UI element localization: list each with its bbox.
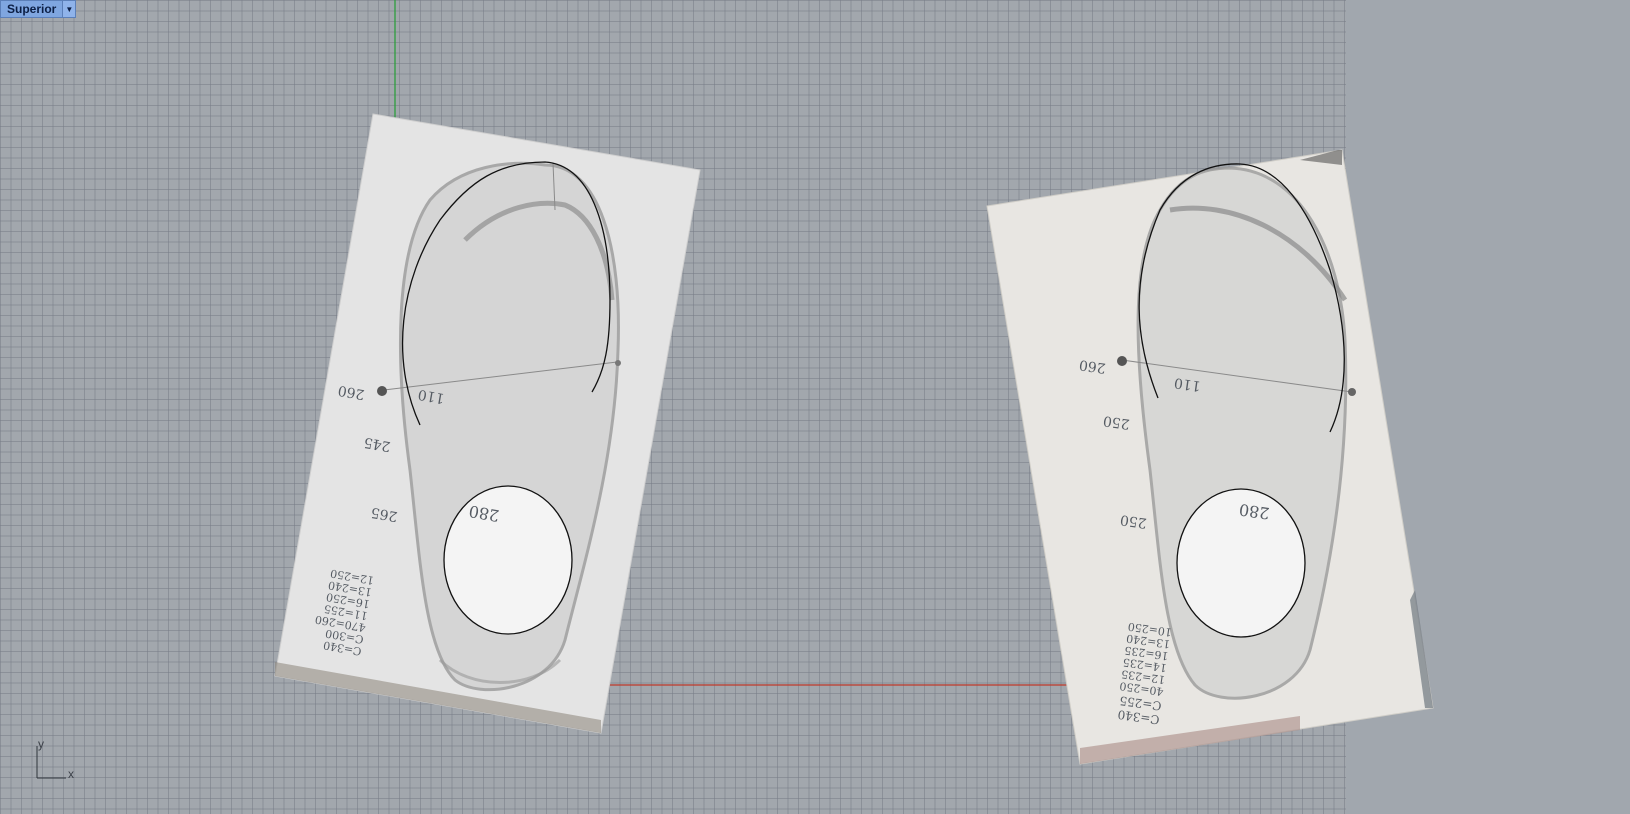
left-heel-circle[interactable] bbox=[443, 485, 573, 635]
axis-y-label: y bbox=[38, 737, 44, 751]
scene: 110 260 245 265 280 C=340 C=300 470=260 … bbox=[36, 0, 1434, 781]
axis-x-label: x bbox=[68, 767, 74, 781]
axis-widget: y x bbox=[36, 737, 74, 781]
left-reference-image[interactable]: 110 260 245 265 280 C=340 C=300 470=260 … bbox=[274, 113, 701, 734]
right-reference-image[interactable]: 110 260 250 250 280 C=340 C=255 40=250 1… bbox=[986, 149, 1434, 765]
